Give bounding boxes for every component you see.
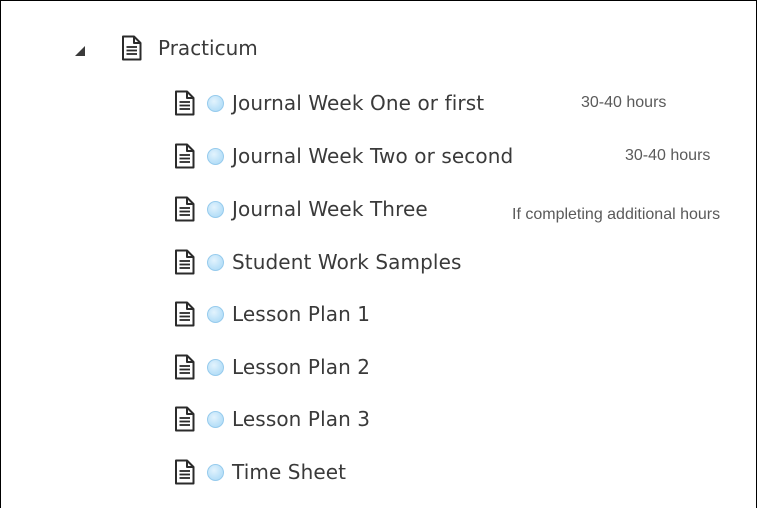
content-frame: Practicum Journal Week One or first 30-4… <box>0 0 757 508</box>
document-icon <box>174 301 195 327</box>
tree-item-lesson-plan-2[interactable]: Lesson Plan 2 <box>174 352 370 382</box>
status-dot-icon <box>207 410 224 428</box>
tree-item-label: Journal Week One or first <box>232 91 485 115</box>
tree-item-time-sheet[interactable]: Time Sheet <box>174 457 346 487</box>
tree-item-label: Journal Week Two or second <box>232 144 514 168</box>
tree-item-lesson-plan-3[interactable]: Lesson Plan 3 <box>174 404 370 434</box>
status-dot-icon <box>207 463 224 481</box>
tree-item-label: Student Work Samples <box>232 250 462 274</box>
document-icon <box>174 249 195 275</box>
tree-item-journal-week-three[interactable]: Journal Week Three <box>174 194 428 224</box>
document-icon <box>174 406 195 432</box>
status-dot-icon <box>207 253 224 271</box>
status-dot-icon <box>207 147 224 165</box>
status-dot-icon <box>207 94 224 112</box>
tree-item-label: Time Sheet <box>232 460 347 484</box>
document-icon <box>174 90 195 116</box>
tree-parent-practicum[interactable]: Practicum <box>121 33 258 63</box>
document-icon <box>174 143 195 169</box>
tree-item-label: Lesson Plan 3 <box>232 407 371 431</box>
tree-item-note: 30-40 hours <box>581 94 667 111</box>
tree-item-journal-week-one[interactable]: Journal Week One or first <box>174 88 484 118</box>
tree-item-lesson-plan-1[interactable]: Lesson Plan 1 <box>174 299 370 329</box>
document-icon <box>174 459 195 485</box>
tree-item-journal-week-two[interactable]: Journal Week Two or second <box>174 141 513 171</box>
document-icon <box>174 196 195 222</box>
tree-item-student-work-samples[interactable]: Student Work Samples <box>174 247 462 277</box>
status-dot-icon <box>207 200 224 218</box>
tree-item-label: Lesson Plan 1 <box>232 302 371 326</box>
tree-item-label: Journal Week Three <box>232 197 428 221</box>
status-dot-icon <box>207 358 224 376</box>
tree-item-note: 30-40 hours <box>625 147 711 164</box>
document-icon <box>174 354 195 380</box>
status-dot-icon <box>207 305 224 323</box>
tree-parent-label: Practicum <box>158 36 258 60</box>
collapse-toggle-icon[interactable] <box>74 42 86 56</box>
tree-item-note: If completing additional hours <box>512 206 721 223</box>
document-icon <box>121 35 142 61</box>
tree-item-label: Lesson Plan 2 <box>232 355 371 379</box>
